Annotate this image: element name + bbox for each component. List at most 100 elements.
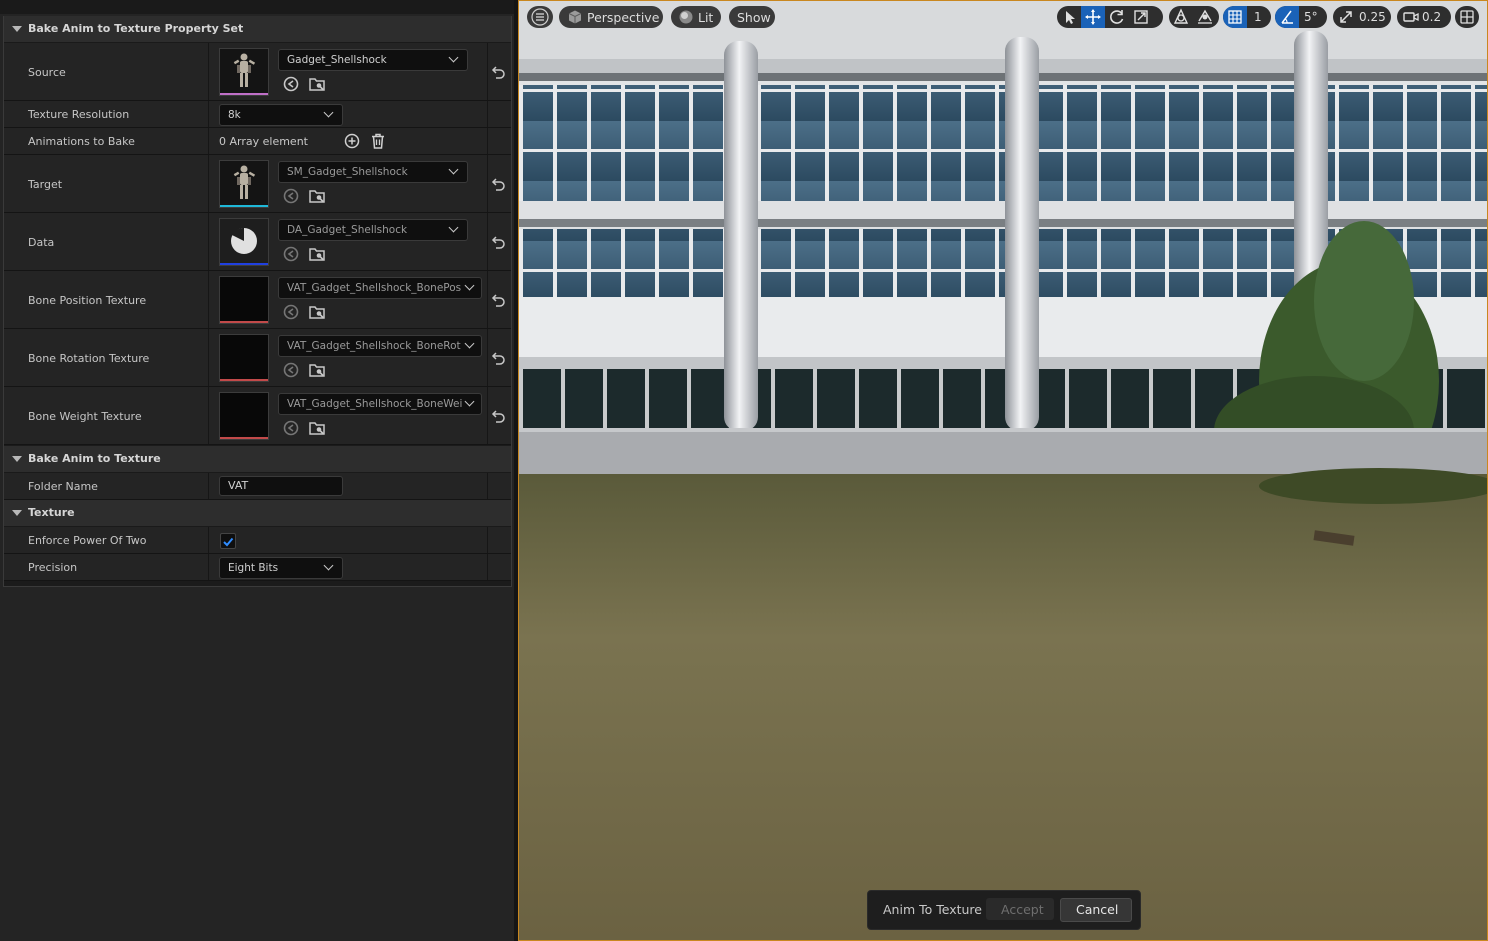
collapse-arrow-icon[interactable] — [12, 26, 22, 32]
angle-snap-value[interactable]: 5° — [1304, 10, 1318, 24]
use-selected-icon[interactable] — [282, 187, 300, 205]
grid-snap-group[interactable]: 1 — [1223, 6, 1271, 28]
property-label: Bone Rotation Texture — [28, 352, 150, 365]
precision-combo[interactable]: Eight Bits — [219, 557, 343, 579]
property-row-texture-resolution: Texture Resolution 8k — [4, 101, 511, 128]
use-selected-icon[interactable] — [282, 75, 300, 93]
scale-icon — [1134, 10, 1148, 24]
property-label: Texture Resolution — [28, 108, 130, 121]
browse-folder-icon[interactable] — [308, 419, 326, 437]
reset-to-default-icon[interactable] — [490, 293, 506, 309]
level-viewport[interactable]: Perspective Lit Show 1 5° 0.25 0.2 Anim … — [518, 0, 1488, 941]
asset-thumbnail[interactable] — [219, 334, 269, 382]
reset-to-default-icon[interactable] — [490, 177, 506, 193]
cancel-button[interactable]: Cancel — [1060, 898, 1132, 922]
target-asset-combo[interactable]: SM_Gadget_Shellshock — [278, 161, 468, 183]
bone-rotation-combo[interactable]: VAT_Gadget_Shellshock_BoneRot — [278, 335, 482, 357]
chevron-down-icon — [448, 164, 459, 175]
use-selected-icon[interactable] — [282, 245, 300, 263]
angle-snap-toggle[interactable] — [1275, 6, 1299, 28]
angle-icon — [1281, 10, 1293, 24]
property-label: Data — [28, 236, 55, 249]
grid-snap-value[interactable]: 1 — [1254, 10, 1262, 24]
property-label: Bone Position Texture — [28, 294, 147, 307]
scene-backdrop — [519, 1, 1487, 940]
category-label: Texture — [28, 506, 75, 519]
grid-snap-toggle[interactable] — [1223, 6, 1247, 28]
details-view: Bake Anim to Texture Property Set Source… — [3, 16, 512, 587]
reset-to-default-icon[interactable] — [490, 65, 506, 81]
category-bake-property-set[interactable]: Bake Anim to Texture Property Set — [4, 16, 511, 43]
rotate-tool[interactable] — [1105, 6, 1129, 28]
collapse-arrow-icon[interactable] — [12, 456, 22, 462]
asset-thumbnail[interactable] — [219, 218, 269, 266]
scale-tool[interactable] — [1129, 6, 1153, 28]
browse-folder-icon[interactable] — [308, 75, 326, 93]
category-label: Bake Anim to Texture — [28, 452, 161, 465]
chevron-down-icon — [464, 338, 475, 349]
property-row-target: Target SM_Gadget_Shellshock — [4, 155, 511, 213]
chevron-down-icon — [448, 52, 459, 63]
camera-speed-value[interactable]: 0.2 — [1422, 10, 1441, 24]
folder-name-input[interactable]: VAT — [219, 476, 343, 496]
translate-tool[interactable] — [1081, 6, 1105, 28]
enforce-power-of-two-checkbox[interactable] — [220, 533, 236, 549]
scale-snap-group[interactable]: 0.25 — [1333, 6, 1391, 28]
source-asset-combo[interactable]: Gadget_Shellshock — [278, 49, 468, 71]
property-label: Enforce Power Of Two — [28, 534, 147, 547]
lit-sphere-icon — [679, 10, 693, 24]
use-selected-icon[interactable] — [282, 419, 300, 437]
asset-thumbnail[interactable] — [219, 276, 269, 324]
camera-icon — [1403, 12, 1419, 22]
category-bake-anim-to-texture[interactable]: Bake Anim to Texture — [4, 446, 511, 473]
texture-resolution-combo[interactable]: 8k — [219, 104, 343, 126]
chevron-down-icon — [448, 222, 459, 233]
details-panel: Bake Anim to Texture Property Set Source… — [0, 0, 514, 941]
asset-thumbnail[interactable] — [219, 392, 269, 440]
reset-to-default-icon[interactable] — [490, 409, 506, 425]
property-label: Folder Name — [28, 480, 98, 493]
bone-position-combo[interactable]: VAT_Gadget_Shellshock_BonePos — [278, 277, 482, 299]
perspective-button[interactable]: Perspective — [559, 6, 663, 28]
panel-tab-strip — [0, 0, 514, 14]
use-selected-icon[interactable] — [282, 303, 300, 321]
chevron-down-icon — [464, 280, 475, 291]
select-tool[interactable] — [1057, 6, 1081, 28]
trash-icon[interactable] — [369, 132, 387, 150]
world-local-toggle[interactable] — [1169, 6, 1193, 28]
viewport-layout-button[interactable] — [1455, 6, 1479, 28]
category-texture[interactable]: Texture — [4, 500, 511, 527]
bone-weight-combo[interactable]: VAT_Gadget_Shellshock_BoneWei — [278, 393, 482, 415]
character-thumbnail-icon — [220, 49, 268, 93]
chevron-down-icon — [323, 107, 334, 118]
camera-speed-group[interactable]: 0.2 — [1397, 6, 1451, 28]
reset-to-default-icon[interactable] — [490, 235, 506, 251]
data-asset-pie-icon — [231, 227, 257, 254]
browse-folder-icon[interactable] — [308, 187, 326, 205]
viewport-menu-button[interactable] — [527, 6, 553, 28]
show-button[interactable]: Show — [729, 6, 775, 28]
data-asset-combo[interactable]: DA_Gadget_Shellshock — [278, 219, 468, 241]
property-row-bone-weight: Bone Weight Texture VAT_Gadget_Shellshoc… — [4, 387, 511, 445]
property-row-animations: Animations to Bake 0 Array element — [4, 128, 511, 155]
collapse-arrow-icon[interactable] — [12, 510, 22, 516]
asset-type-bar — [220, 437, 268, 439]
asset-thumbnail[interactable] — [219, 160, 269, 208]
add-element-icon[interactable] — [343, 132, 361, 150]
accept-button[interactable]: Accept — [986, 898, 1054, 920]
surface-snap-toggle[interactable] — [1193, 6, 1219, 28]
asset-thumbnail[interactable] — [219, 48, 269, 96]
browse-folder-icon[interactable] — [308, 361, 326, 379]
array-count: 0 Array element — [219, 135, 308, 148]
angle-snap-group[interactable]: 5° — [1275, 6, 1327, 28]
browse-folder-icon[interactable] — [308, 245, 326, 263]
property-row-bone-rotation: Bone Rotation Texture VAT_Gadget_Shellsh… — [4, 329, 511, 387]
scale-snap-icon — [1340, 11, 1352, 23]
grid-icon — [1228, 10, 1242, 24]
use-selected-icon[interactable] — [282, 361, 300, 379]
scale-snap-value[interactable]: 0.25 — [1359, 10, 1386, 24]
browse-folder-icon[interactable] — [308, 303, 326, 321]
view-mode-lit-button[interactable]: Lit — [671, 6, 721, 28]
character-thumbnail-icon — [220, 161, 268, 205]
reset-to-default-icon[interactable] — [490, 351, 506, 367]
